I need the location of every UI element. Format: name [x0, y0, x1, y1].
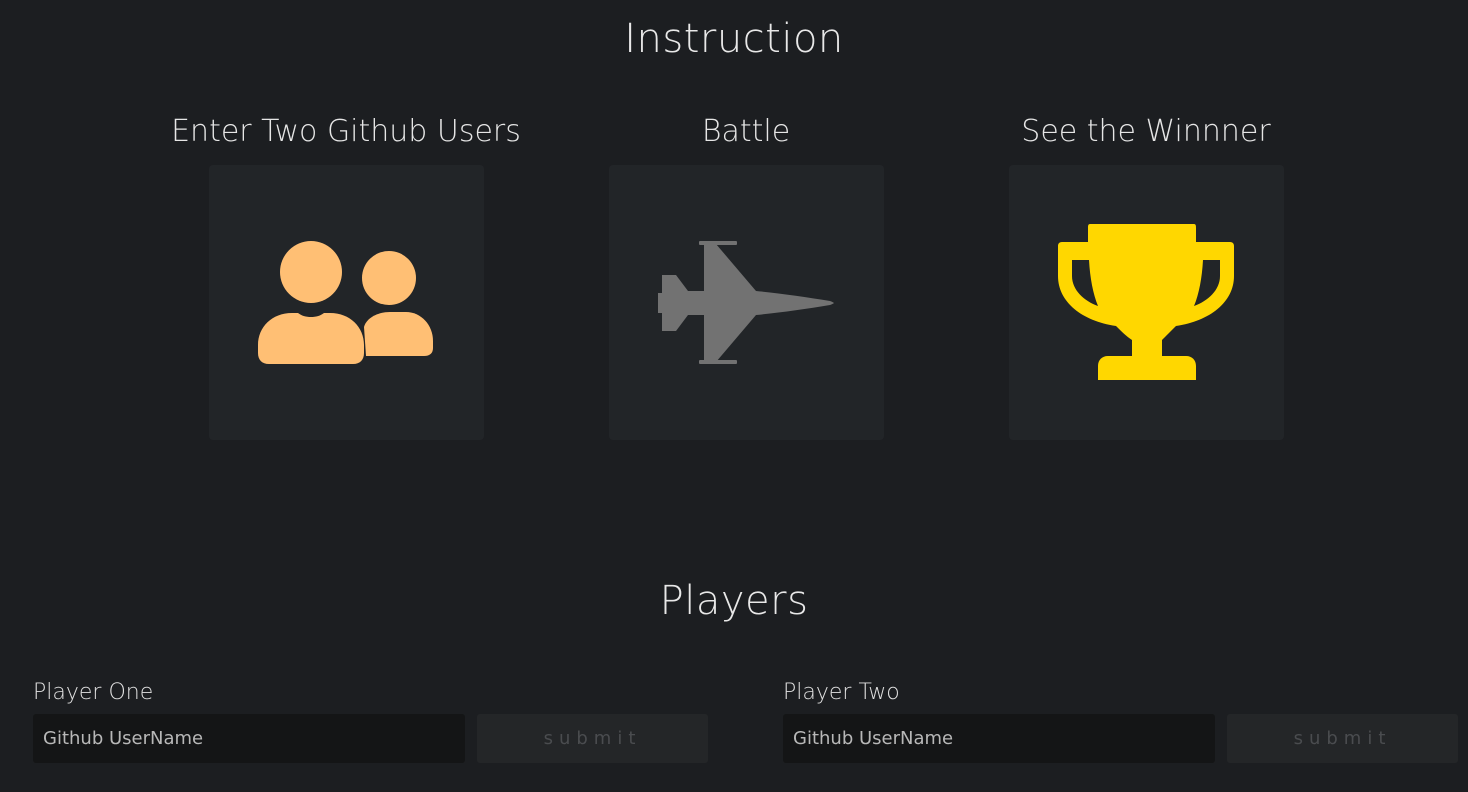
- step-card: [208, 165, 484, 440]
- players-heading: Players: [659, 578, 809, 624]
- fighter-jet-icon: [658, 240, 834, 364]
- step-battle: Battle: [546, 110, 946, 440]
- step-card: [1008, 165, 1284, 440]
- step-title: See the Winnner: [1021, 114, 1271, 149]
- trophy-icon: [1058, 223, 1234, 380]
- player-one-form: Player One submit: [33, 676, 708, 763]
- player-two-label: Player Two: [783, 680, 900, 705]
- player-one-label: Player One: [33, 680, 154, 705]
- users-icon: [258, 240, 433, 364]
- step-enter-users: Enter Two Github Users: [146, 110, 546, 440]
- player-two-form: Player Two submit: [783, 676, 1458, 763]
- step-see-winner: See the Winnner: [946, 110, 1346, 440]
- player-one-submit-button[interactable]: submit: [477, 714, 708, 763]
- player-two-submit-button[interactable]: submit: [1227, 714, 1458, 763]
- step-title: Enter Two Github Users: [171, 114, 521, 149]
- player-one-username-input[interactable]: [33, 714, 465, 763]
- player-one-row: submit: [33, 714, 708, 763]
- player-two-row: submit: [783, 714, 1458, 763]
- step-title: Battle: [701, 114, 791, 149]
- instruction-heading: Instruction: [624, 16, 844, 62]
- player-two-username-input[interactable]: [783, 714, 1215, 763]
- battle-page: Instruction Enter Two Github Users Battl…: [0, 0, 1468, 792]
- step-card: [608, 165, 884, 440]
